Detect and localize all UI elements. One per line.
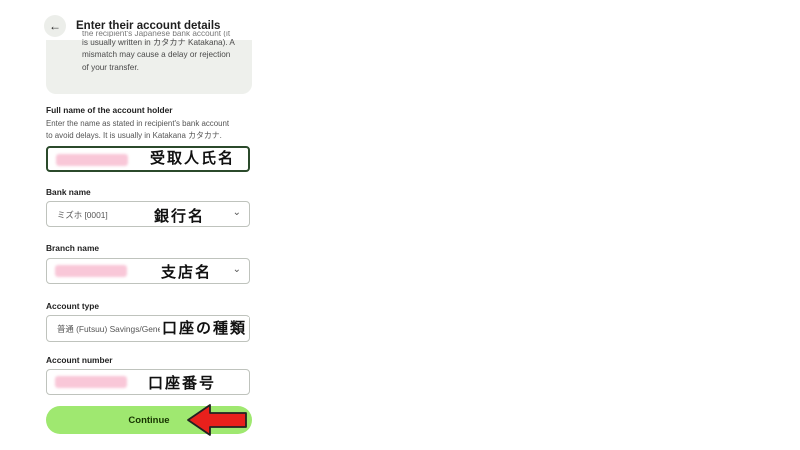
info-line: of your transfer. — [82, 62, 139, 72]
account-type-value: 普通 (Futsuu) Savings/General — [57, 324, 172, 334]
back-button[interactable]: ← — [44, 15, 66, 37]
full-name-help: Enter the name as stated in recipient's … — [46, 118, 229, 142]
chevron-down-icon: ⌄ — [232, 264, 241, 275]
info-line: mismatch may cause a delay or rejection — [82, 50, 231, 60]
redacted-value — [55, 265, 127, 277]
page: ← Enter their account details the recipi… — [0, 0, 800, 450]
redacted-value — [55, 376, 127, 388]
bank-name-select[interactable]: ミズホ [0001] ⌄ — [46, 201, 250, 227]
red-arrow-icon — [187, 404, 247, 436]
branch-name-annotation: 支店名 — [161, 263, 213, 281]
account-type-label: Account type — [46, 301, 100, 311]
continue-label: Continue — [128, 414, 170, 426]
help-line: to avoid delays. It is usually in Kataka… — [46, 131, 222, 141]
bank-name-annotation: 銀行名 — [154, 207, 206, 225]
redacted-value — [56, 154, 128, 166]
chevron-down-icon: ⌄ — [232, 207, 241, 218]
full-name-annotation: 受取人氏名 — [150, 149, 236, 167]
account-type-annotation: 口座の種類 — [160, 317, 250, 338]
info-text: the recipient's Japanese bank account (i… — [82, 31, 258, 74]
bank-name-value: ミズホ [0001] — [57, 210, 108, 220]
full-name-label: Full name of the account holder — [46, 105, 173, 115]
help-line: Enter the name as stated in recipient's … — [46, 119, 230, 128]
arrow-left-icon: ← — [49, 19, 61, 33]
bank-name-label: Bank name — [46, 187, 91, 197]
account-number-label: Account number — [46, 355, 113, 365]
account-number-annotation: 口座番号 — [148, 374, 217, 392]
branch-name-select[interactable]: ⌄ — [46, 258, 250, 284]
branch-name-label: Branch name — [46, 243, 100, 253]
info-line: is usually written in カタカナ Katakana). A — [82, 38, 235, 47]
